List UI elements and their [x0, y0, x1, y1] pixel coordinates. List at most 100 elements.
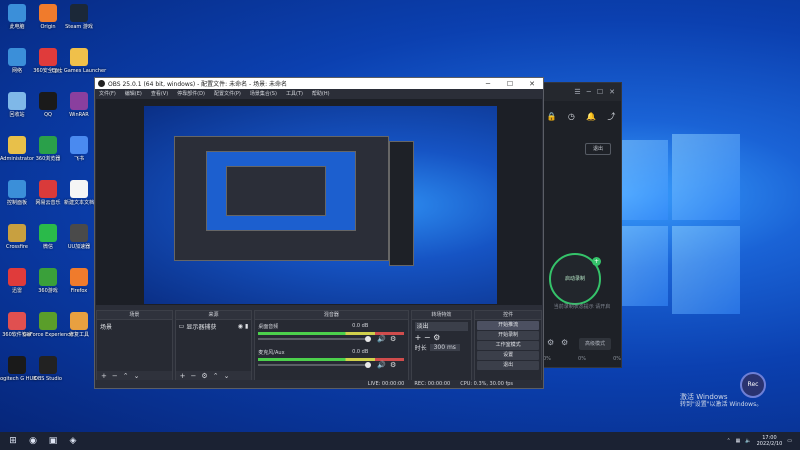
desktop-icon[interactable]: 迅雷 — [2, 268, 32, 294]
recorder-app-window[interactable]: ☰ ─ ☐ ✕ 🔒 ◷ 🔔 ⤴ 退出 启动录制 + 当前录制状态提示 请开启 ⚙… — [540, 82, 622, 368]
monitor-icon: ▭ — [178, 323, 185, 330]
volume-slider[interactable] — [258, 336, 372, 342]
close-icon[interactable]: ✕ — [521, 80, 543, 88]
recorder-taskbar-icon[interactable]: ▣ — [46, 434, 60, 448]
obs-titlebar[interactable]: OBS 25.0.1 (64 bit, windows) - 配置文件: 未命名… — [95, 78, 543, 89]
remove-icon[interactable]: − — [191, 372, 197, 380]
menu-profile[interactable]: 配置文件(P) — [214, 90, 241, 97]
maximize-icon[interactable]: ☐ — [597, 88, 603, 96]
menu-icon[interactable]: ☰ — [574, 88, 580, 96]
slider-knob[interactable] — [365, 362, 372, 368]
slider-knob[interactable] — [365, 336, 372, 342]
transition-select[interactable]: 淡出 — [414, 322, 469, 331]
remove-icon[interactable]: − — [112, 372, 118, 380]
duration-input[interactable]: 300 ms — [429, 344, 460, 351]
steam-taskbar-icon[interactable]: ◈ — [66, 434, 80, 448]
minimize-icon[interactable]: ─ — [477, 80, 499, 88]
source-item[interactable]: ▭ 显示器捕获 ◉ ▮ — [176, 320, 252, 333]
start-streaming-button[interactable]: 开始推流 — [477, 321, 540, 330]
settings-button[interactable]: 设置 — [477, 351, 540, 360]
desktop-icon[interactable]: 网络 — [2, 48, 32, 74]
desktop-icon[interactable]: 此电脑 — [2, 4, 32, 30]
menu-scene-collection[interactable]: 场景集合(S) — [250, 90, 277, 97]
duration-label: 时长 — [414, 345, 427, 352]
desktop-icon[interactable]: Crossfire — [2, 224, 32, 250]
desktop-icon[interactable]: OBS Studio — [33, 356, 63, 382]
add-icon[interactable]: + — [180, 372, 186, 380]
remove-icon[interactable]: − — [424, 333, 431, 342]
network-icon[interactable]: ▦ — [736, 438, 741, 444]
studio-mode-button[interactable]: 工作室模式 — [477, 341, 540, 350]
desktop-icon[interactable]: 修复工具 — [64, 312, 94, 338]
add-icon[interactable]: + — [415, 333, 422, 342]
menu-edit[interactable]: 编辑(E) — [125, 90, 142, 97]
obs-preview[interactable] — [96, 99, 542, 305]
lock-icon[interactable]: ▮ — [245, 323, 248, 330]
exit-button[interactable]: 退出 — [585, 143, 611, 155]
scene-item[interactable]: 场景 — [97, 320, 172, 333]
desktop-icon[interactable]: UU加速器 — [64, 224, 94, 250]
desktop-icon[interactable]: 回收站 — [2, 92, 32, 118]
menu-help[interactable]: 帮助(H) — [312, 90, 330, 97]
history-icon[interactable]: ◷ — [568, 112, 575, 121]
speaker-icon[interactable]: 🔊 — [377, 335, 386, 343]
desktop-icon[interactable]: 微信 — [33, 224, 63, 250]
obs-window[interactable]: OBS 25.0.1 (64 bit, windows) - 配置文件: 未命名… — [94, 77, 544, 389]
obs-taskbar-icon[interactable]: ◉ — [26, 434, 40, 448]
desktop-icon[interactable]: Firefox — [64, 268, 94, 294]
advanced-mode-button[interactable]: 高级模式 — [579, 338, 611, 350]
bell-icon[interactable]: 🔔 — [586, 112, 596, 121]
gear-icon[interactable]: ⚙ — [390, 361, 396, 369]
minimize-icon[interactable]: ─ — [587, 88, 591, 96]
desktop-icon[interactable]: Administrator — [0, 136, 34, 162]
desktop-icon[interactable]: 网易云音乐 — [33, 180, 63, 206]
down-icon[interactable]: ⌄ — [224, 372, 230, 380]
desktop-icon[interactable]: 飞书 — [64, 136, 94, 162]
clock[interactable]: 17:00 2022/2/10 — [757, 435, 783, 447]
menu-tools[interactable]: 工具(T) — [286, 90, 303, 97]
desktop-icon-label: 360浏览器 — [35, 156, 61, 162]
desktop-icon[interactable]: Logitech G HUB — [0, 356, 37, 382]
desktop-icon[interactable]: 360浏览器 — [33, 136, 63, 162]
desktop-icon[interactable]: WinRAR — [64, 92, 94, 118]
channel-name: 桌面音频 — [258, 324, 279, 330]
desktop-icon[interactable]: Steam 游戏 — [64, 4, 94, 30]
start-icon[interactable]: ⊞ — [6, 434, 20, 448]
gear-icon[interactable]: ⚙ — [201, 372, 207, 380]
visibility-icon[interactable]: ◉ — [238, 323, 243, 330]
menu-view[interactable]: 查看(V) — [151, 90, 168, 97]
menu-docks[interactable]: 停靠部件(D) — [177, 90, 205, 97]
desktop-icon[interactable]: QQ — [33, 92, 63, 118]
desktop-icon[interactable]: 控制面板 — [2, 180, 32, 206]
gear-icon[interactable]: ⚙ — [547, 338, 554, 347]
up-icon[interactable]: ⌃ — [213, 372, 219, 380]
desktop-icon[interactable]: 360游戏 — [33, 268, 63, 294]
speaker-icon[interactable]: 🔊 — [377, 361, 386, 369]
notification-icon[interactable]: ▭ — [787, 438, 792, 444]
start-recording-button[interactable]: 开始录制 — [477, 331, 540, 340]
start-record-label: 启动录制 — [564, 276, 585, 282]
down-icon[interactable]: ⌄ — [134, 372, 140, 380]
volume-icon[interactable]: 🔈 — [745, 438, 751, 444]
menu-file[interactable]: 文件(F) — [99, 90, 116, 97]
stat-value: 0% — [578, 356, 586, 362]
maximize-icon[interactable]: ☐ — [499, 80, 521, 88]
up-icon[interactable]: ⌃ — [123, 372, 129, 380]
desktop-icon[interactable]: 新建文本文档 — [64, 180, 94, 206]
settings-icon[interactable]: ⚙ — [561, 338, 568, 347]
close-icon[interactable]: ✕ — [609, 88, 615, 96]
desktop-icon[interactable]: GeForce Experience — [23, 312, 73, 338]
lock-icon[interactable]: 🔒 — [547, 112, 557, 121]
add-icon[interactable]: + — [101, 372, 107, 380]
volume-slider[interactable] — [258, 362, 372, 368]
exit-button[interactable]: 退出 — [477, 361, 540, 370]
desktop-icon[interactable]: Epic Games Launcher — [52, 48, 106, 74]
start-record-button[interactable]: 启动录制 + — [549, 253, 601, 305]
chevron-up-icon[interactable]: ⌃ — [726, 438, 730, 444]
crossfire-icon — [8, 224, 26, 242]
desktop-icon[interactable]: Origin — [33, 4, 63, 30]
recorder-titlebar: ☰ ─ ☐ ✕ — [541, 83, 621, 101]
gear-icon[interactable]: ⚙ — [390, 335, 396, 343]
share-icon[interactable]: ⤴ — [607, 111, 615, 122]
gear-icon[interactable]: ⚙ — [433, 333, 440, 342]
